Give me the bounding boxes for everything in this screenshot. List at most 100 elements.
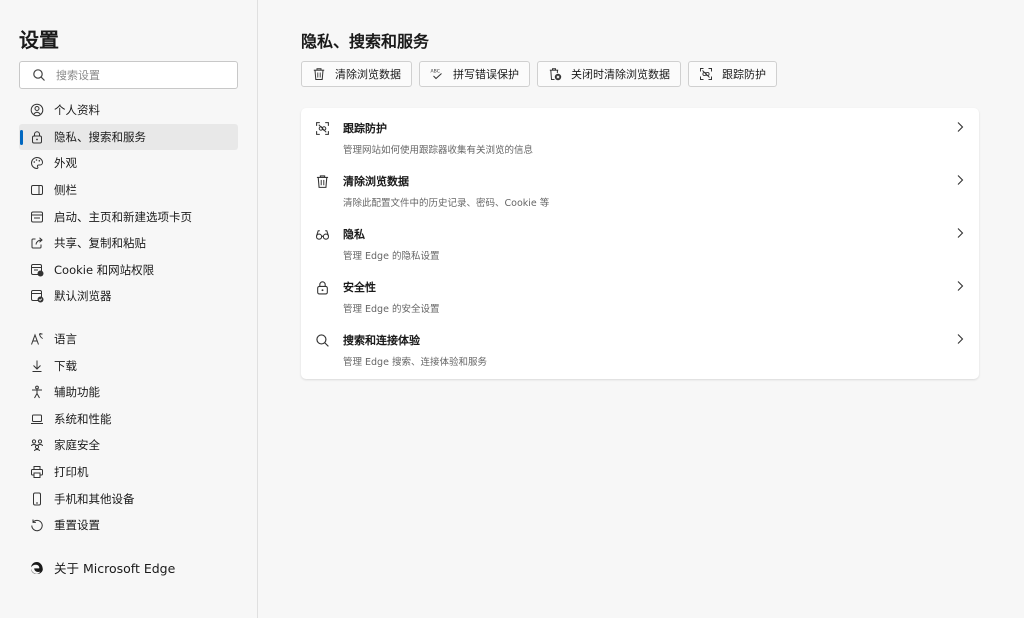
sidebar-item-label: 关于 Microsoft Edge [54, 561, 176, 577]
clear-on-close-button[interactable]: 关闭时清除浏览数据 [537, 61, 681, 87]
profile-icon [30, 103, 44, 117]
row-search-services[interactable]: 搜索和连接体验 管理 Edge 搜索、连接体验和服务 [301, 320, 979, 373]
row-description: 管理 Edge 的安全设置 [343, 304, 440, 315]
sidebar-item-profile[interactable]: 个人资料 [19, 97, 238, 124]
edge-logo-icon [30, 561, 44, 575]
row-description: 管理 Edge 的隐私设置 [343, 251, 440, 262]
sidebar-item-default-browser[interactable]: 默认浏览器 [19, 283, 238, 310]
row-description: 清除此配置文件中的历史记录、密码、Cookie 等 [343, 198, 550, 209]
family-icon [30, 438, 44, 452]
button-label: 清除浏览数据 [335, 68, 401, 81]
sidebar-item-label: 默认浏览器 [54, 289, 112, 304]
row-title: 清除浏览数据 [343, 175, 409, 188]
share-icon [30, 236, 44, 250]
quick-actions: 清除浏览数据 ABC 拼写错误保护 关闭时清除浏览数据 跟踪防护 [301, 61, 784, 87]
sidebar-item-cookies[interactable]: Cookie 和网站权限 [19, 257, 238, 284]
row-title: 跟踪防护 [343, 122, 387, 135]
sidebar-item-language[interactable]: 语言 [19, 326, 238, 353]
nav-separator [19, 310, 238, 326]
download-icon [30, 359, 44, 373]
row-security[interactable]: 安全性 管理 Edge 的安全设置 [301, 267, 979, 320]
svg-text:ABC: ABC [431, 69, 440, 75]
button-label: 拼写错误保护 [453, 68, 519, 81]
sidebar-item-accessibility[interactable]: 辅助功能 [19, 379, 238, 406]
phone-icon [30, 492, 44, 506]
sidebar-item-label: 语言 [54, 332, 77, 347]
typo-protection-button[interactable]: ABC 拼写错误保护 [419, 61, 530, 87]
row-title: 隐私 [343, 228, 365, 241]
search-icon [32, 68, 46, 82]
sidebar-item-share[interactable]: 共享、复制和粘贴 [19, 230, 238, 257]
site-permissions-icon [30, 263, 44, 277]
default-browser-icon [30, 289, 44, 303]
sidebar-item-appearance[interactable]: 外观 [19, 150, 238, 177]
chevron-right-icon [955, 120, 965, 134]
row-description: 管理网站如何使用跟踪器收集有关浏览的信息 [343, 145, 534, 156]
nav-separator [19, 539, 238, 555]
main-content: 隐私、搜索和服务 清除浏览数据 ABC 拼写错误保护 关闭时清除浏览数据 跟踪防… [259, 0, 1024, 618]
glasses-icon [315, 227, 330, 242]
sidebar-item-printer[interactable]: 打印机 [19, 459, 238, 486]
trash-icon [315, 174, 330, 189]
row-privacy[interactable]: 隐私 管理 Edge 的隐私设置 [301, 214, 979, 267]
sidebar-item-label: 辅助功能 [54, 385, 100, 400]
language-icon [30, 332, 44, 346]
sidebar-item-label: 外观 [54, 156, 77, 171]
chevron-right-icon [955, 226, 965, 240]
sidebar-item-label: Cookie 和网站权限 [54, 262, 155, 277]
sidebar-item-label: 手机和其他设备 [54, 491, 135, 506]
sidebar-icon [30, 183, 44, 197]
sidebar-item-label: 家庭安全 [54, 438, 100, 453]
sidebar-item-label: 侧栏 [54, 183, 77, 198]
sidebar-item-family[interactable]: 家庭安全 [19, 432, 238, 459]
clear-browsing-data-button[interactable]: 清除浏览数据 [301, 61, 412, 87]
tracking-icon [315, 121, 330, 136]
button-label: 关闭时清除浏览数据 [571, 68, 670, 81]
accessibility-icon [30, 385, 44, 399]
sidebar-item-phone[interactable]: 手机和其他设备 [19, 485, 238, 512]
tracking-prevention-button[interactable]: 跟踪防护 [688, 61, 777, 87]
sidebar-item-privacy[interactable]: 隐私、搜索和服务 [19, 123, 238, 151]
search-box[interactable] [19, 61, 238, 89]
sidebar-item-label: 个人资料 [54, 103, 100, 118]
sidebar-item-label: 隐私、搜索和服务 [54, 129, 146, 144]
row-clear-browsing-data[interactable]: 清除浏览数据 清除此配置文件中的历史记录、密码、Cookie 等 [301, 161, 979, 214]
search-icon [315, 333, 330, 348]
sidebar-item-label: 启动、主页和新建选项卡页 [54, 209, 192, 224]
row-title: 搜索和连接体验 [343, 334, 420, 347]
sidebar-item-about[interactable]: 关于 Microsoft Edge [19, 555, 238, 582]
row-title: 安全性 [343, 281, 376, 294]
sidebar-item-label: 共享、复制和粘贴 [54, 236, 146, 251]
laptop-icon [30, 412, 44, 426]
chevron-right-icon [955, 332, 965, 346]
sidebar-item-label: 重置设置 [54, 518, 100, 533]
trash-icon [312, 67, 326, 81]
sidebar-item-label: 打印机 [54, 465, 89, 480]
reset-icon [30, 518, 44, 532]
sidebar-item-downloads[interactable]: 下载 [19, 352, 238, 379]
sidebar-item-startup[interactable]: 启动、主页和新建选项卡页 [19, 203, 238, 230]
sidebar-item-system[interactable]: 系统和性能 [19, 406, 238, 433]
settings-card: 跟踪防护 管理网站如何使用跟踪器收集有关浏览的信息 清除浏览数据 清除此配置文件… [301, 108, 979, 379]
sidebar: 设置 个人资料 隐私、搜索和服务 外观 侧栏 启动、主页和新建选项卡页 [0, 0, 258, 618]
sidebar-item-reset[interactable]: 重置设置 [19, 512, 238, 539]
sidebar-title: 设置 [19, 28, 59, 52]
window-icon [30, 210, 44, 224]
printer-icon [30, 465, 44, 479]
lock-icon [315, 280, 330, 295]
button-label: 跟踪防护 [722, 68, 766, 81]
palette-icon [30, 156, 44, 170]
spellcheck-icon: ABC [430, 67, 444, 81]
lock-icon [30, 130, 44, 144]
sidebar-nav: 个人资料 隐私、搜索和服务 外观 侧栏 启动、主页和新建选项卡页 共享、复制和粘… [19, 97, 238, 581]
row-tracking-prevention[interactable]: 跟踪防护 管理网站如何使用跟踪器收集有关浏览的信息 [301, 108, 979, 161]
search-input[interactable] [56, 68, 216, 82]
row-description: 管理 Edge 搜索、连接体验和服务 [343, 357, 487, 368]
clear-on-close-icon [548, 67, 562, 81]
sidebar-item-sidebar[interactable]: 侧栏 [19, 177, 238, 204]
sidebar-item-label: 系统和性能 [54, 411, 112, 426]
sidebar-item-label: 下载 [54, 358, 77, 373]
chevron-right-icon [955, 173, 965, 187]
chevron-right-icon [955, 279, 965, 293]
page-title: 隐私、搜索和服务 [301, 32, 430, 51]
